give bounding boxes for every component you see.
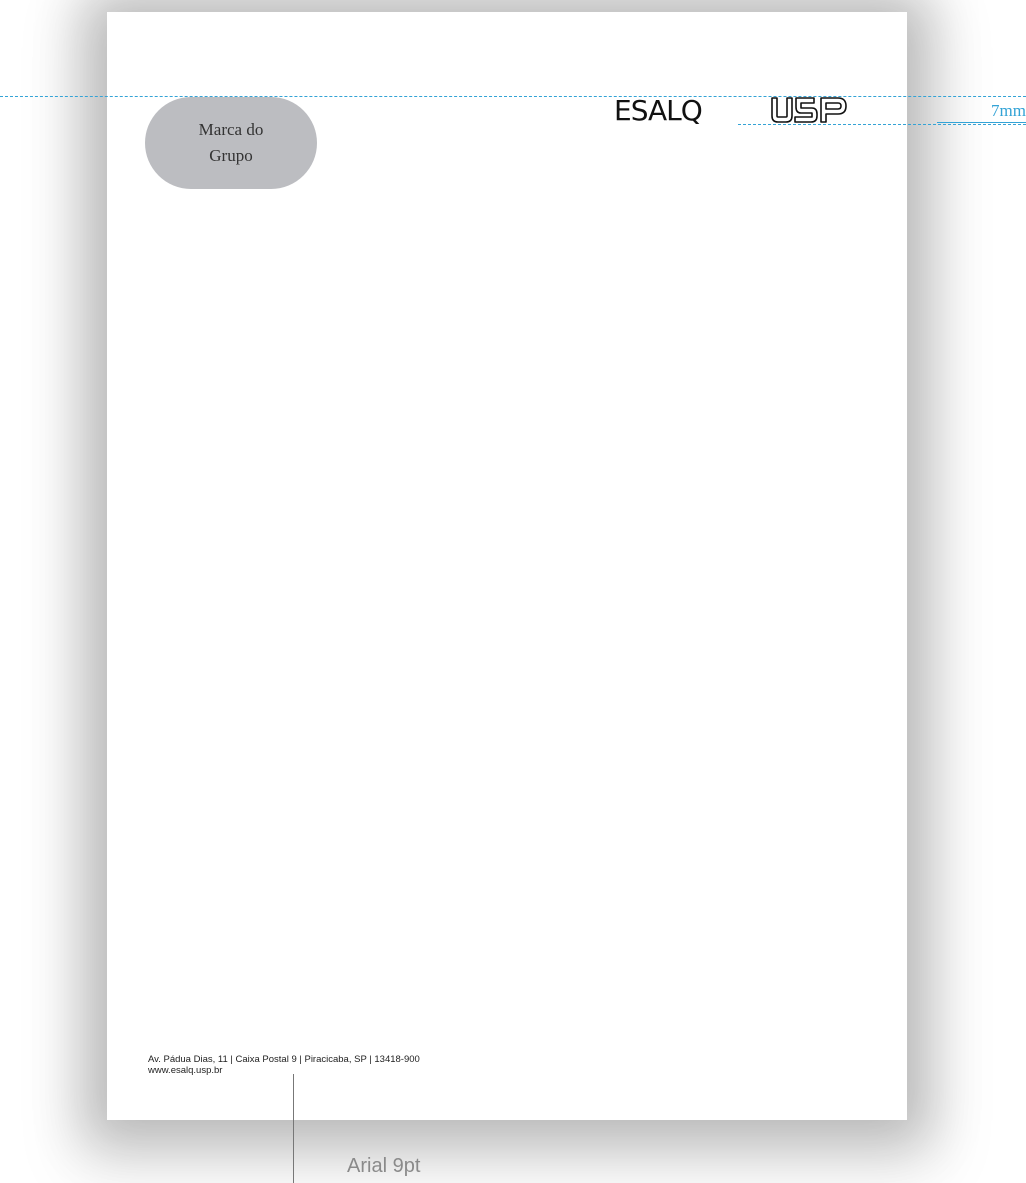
usp-logo (771, 97, 847, 123)
logo-baseline-guide (738, 124, 1026, 125)
group-mark-placeholder: Marca do Grupo (145, 97, 317, 189)
group-mark-line2: Grupo (209, 146, 253, 165)
margin-measure-label: 7mm (937, 100, 1026, 123)
font-spec-annotation: Arial 9pt (347, 1155, 421, 1177)
footer-url: www.esalq.usp.br (148, 1065, 223, 1076)
footer-address: Av. Pádua Dias, 11 | Caixa Postal 9 | Pi… (148, 1054, 420, 1065)
esalq-logo: ESALQ (614, 94, 703, 127)
top-margin-guide (0, 96, 1026, 97)
letterhead-template: 7mm Marca do Grupo ESALQ Av. Pádua Dias,… (0, 0, 1026, 1183)
annotation-pointer-line (293, 1074, 294, 1183)
group-mark-line1: Marca do (198, 120, 264, 139)
